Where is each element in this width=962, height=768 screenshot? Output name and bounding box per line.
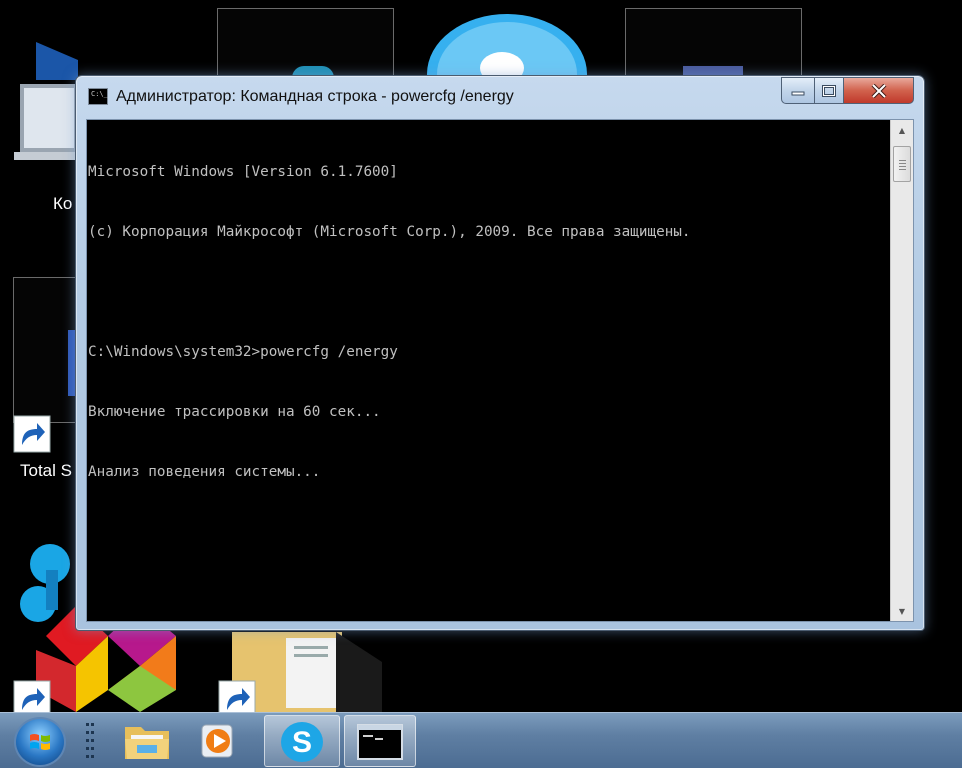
close-button[interactable] [844,77,914,104]
scroll-down-button[interactable]: ▼ [891,601,913,621]
scroll-thumb[interactable] [893,146,911,182]
cmd-icon[interactable]: C:\_ [88,88,108,105]
console-output[interactable]: Microsoft Windows [Version 6.1.7600] (c)… [88,122,691,522]
console-line: C:\Windows\system32>powercfg /energy [88,344,398,360]
vertical-scrollbar[interactable]: ▲ ▼ [890,120,913,621]
grip-line [899,160,906,161]
start-button[interactable] [14,717,66,767]
svg-text:S: S [292,726,312,759]
cmd-icon-text: C:\_ [91,90,108,98]
taskbar-cmd-button[interactable] [344,715,416,767]
grip-line [899,163,906,164]
minimize-button[interactable] [781,77,814,104]
window-title: Администратор: Командная строка - powerc… [116,88,514,105]
grip-line [899,169,906,170]
media-player-icon [201,724,233,758]
skype-icon[interactable] [426,12,588,78]
chevron-down-icon: ▼ [898,606,906,616]
desktop-icon-label: Ко [53,194,73,213]
console-line: Включение трассировки на 60 сек... [88,404,381,420]
desktop-icon-label: Total S [20,461,72,480]
shortcut-arrow-icon [13,680,51,712]
cmd-window[interactable]: C:\_ Администратор: Командная строка - p… [75,75,925,631]
grip-line [899,166,906,167]
maximize-button[interactable] [814,77,844,104]
windows-logo-icon [30,734,50,750]
cmd-icon [357,724,403,760]
console-line: Microsoft Windows [Version 6.1.7600] [88,164,398,180]
shortcut-arrow-icon [13,415,51,453]
console-line: (c) Корпорация Майкрософт (Microsoft Cor… [88,224,691,240]
folder-icon [125,727,169,759]
computer-icon[interactable] [14,40,80,165]
close-icon [871,83,886,98]
taskbar-skype-button[interactable]: S [264,715,340,767]
taskbar-explorer-button[interactable] [118,715,176,767]
scroll-up-button[interactable]: ▲ [891,120,913,140]
taskbar-media-player-button[interactable] [192,715,244,767]
console-line: ​ [88,282,691,302]
maximize-icon [822,84,836,97]
console-area[interactable]: Microsoft Windows [Version 6.1.7600] (c)… [86,119,914,622]
console-line: Анализ поведения системы... [88,464,321,480]
window-controls [781,77,914,104]
chevron-up-icon: ▲ [898,125,906,135]
shortcut-arrow-icon [218,680,256,712]
skype-icon: S [281,722,323,762]
window-titlebar[interactable]: C:\_ Администратор: Командная строка - p… [76,76,924,116]
taskbar: S [0,712,962,768]
taskbar-grip[interactable] [84,721,96,761]
minimize-icon [791,91,805,95]
